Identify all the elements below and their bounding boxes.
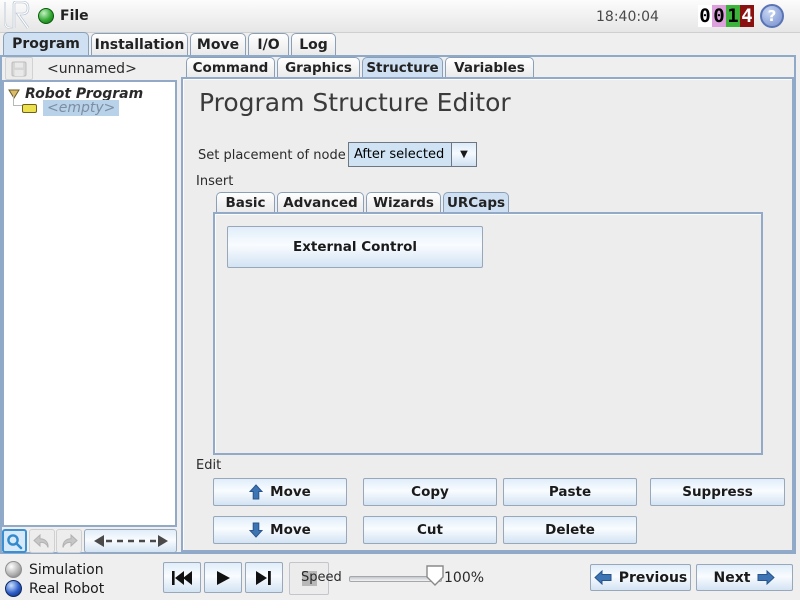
external-control-button[interactable]: External Control <box>227 226 483 268</box>
play-icon <box>215 570 231 586</box>
program-counter-digit-1: 0 <box>712 5 726 27</box>
undo-arrow-icon <box>33 534 51 548</box>
speed-slider-thumb[interactable] <box>426 565 444 586</box>
tab-wizards[interactable]: Wizards <box>366 192 441 213</box>
tab-io[interactable]: I/O <box>248 33 289 55</box>
redo-arrow-icon <box>60 534 78 548</box>
tab-graphics[interactable]: Graphics <box>277 57 360 78</box>
placement-label: Set placement of node <box>198 148 346 163</box>
insert-section-label: Insert <box>196 174 233 189</box>
arrow-left-icon <box>594 570 612 585</box>
page-title: Program Structure Editor <box>199 88 511 117</box>
move-up-button[interactable]: Move <box>213 478 347 506</box>
simulation-label: Simulation <box>29 562 104 578</box>
placement-dropdown[interactable]: After selected ▼ <box>348 142 477 167</box>
floppy-disk-icon <box>11 61 27 77</box>
tab-variables[interactable]: Variables <box>445 57 534 78</box>
ur-logo-icon <box>2 1 32 30</box>
polyscope-window: File 18:40:04 0 0 1 4 ? Program Installa… <box>0 0 800 600</box>
step-navigation-button[interactable] <box>84 529 177 553</box>
tab-move[interactable]: Move <box>190 33 246 55</box>
arrow-right-icon <box>757 570 775 585</box>
placement-dropdown-value: After selected <box>349 143 451 166</box>
step-forward-button[interactable] <box>245 562 283 593</box>
rewind-to-start-button[interactable] <box>163 562 201 593</box>
tree-node-empty[interactable]: <empty> <box>22 100 119 116</box>
arrow-down-icon <box>249 522 263 538</box>
program-tree: Robot Program <empty> <box>2 80 177 527</box>
file-menu[interactable]: File <box>60 8 89 24</box>
move-down-button[interactable]: Move <box>213 516 347 544</box>
step-navigation-arrows-icon <box>93 534 169 548</box>
tree-leaf-icon <box>22 104 37 113</box>
tab-urcaps[interactable]: URCaps <box>443 192 509 213</box>
chevron-down-icon[interactable]: ▼ <box>451 143 476 166</box>
clock: 18:40:04 <box>596 9 659 25</box>
main-tab-bar: Program Installation Move I/O Log <box>0 32 800 56</box>
program-status-orb-icon <box>38 8 54 24</box>
cut-button[interactable]: Cut <box>363 516 497 544</box>
tree-child-label: <empty> <box>43 100 119 116</box>
copy-button[interactable]: Copy <box>363 478 497 506</box>
tab-installation[interactable]: Installation <box>91 33 188 55</box>
speed-value: 100% <box>444 570 484 586</box>
help-icon[interactable]: ? <box>760 4 784 28</box>
arrow-up-icon <box>249 484 263 500</box>
tab-command[interactable]: Command <box>186 57 275 78</box>
redo-button[interactable] <box>56 529 82 553</box>
speed-label: Speed <box>301 570 342 585</box>
zoom-tree-button[interactable] <box>2 529 27 553</box>
program-counter-digit-0: 0 <box>698 5 712 27</box>
tab-structure[interactable]: Structure <box>362 57 443 78</box>
magnifier-icon <box>6 533 23 550</box>
mode-option-real-robot[interactable]: Real Robot <box>5 580 104 597</box>
program-counter-digit-2: 1 <box>726 5 740 27</box>
previous-label: Previous <box>619 570 688 586</box>
mode-option-simulation[interactable]: Simulation <box>5 561 104 578</box>
program-counter: 0 0 1 4 <box>698 5 754 27</box>
skip-to-start-icon <box>171 570 193 586</box>
delete-button[interactable]: Delete <box>503 516 637 544</box>
previous-button[interactable]: Previous <box>590 564 691 591</box>
simulation-radio-icon[interactable] <box>5 561 22 578</box>
real-robot-radio-icon[interactable] <box>5 580 22 597</box>
move-up-label: Move <box>270 484 311 500</box>
suppress-button[interactable]: Suppress <box>650 478 785 506</box>
undo-button[interactable] <box>29 529 55 553</box>
play-button[interactable] <box>204 562 242 593</box>
edit-section-label: Edit <box>196 458 221 473</box>
paste-button[interactable]: Paste <box>503 478 637 506</box>
program-name: <unnamed> <box>47 61 137 77</box>
top-bar: File 18:40:04 0 0 1 4 ? <box>0 0 800 33</box>
tab-basic[interactable]: Basic <box>216 192 275 213</box>
step-forward-icon <box>255 570 273 586</box>
tab-program[interactable]: Program <box>3 32 89 55</box>
save-program-button[interactable] <box>5 57 33 80</box>
next-button[interactable]: Next <box>696 564 793 591</box>
tab-advanced[interactable]: Advanced <box>277 192 364 213</box>
move-down-label: Move <box>270 522 311 538</box>
program-counter-digit-3: 4 <box>740 5 754 27</box>
next-label: Next <box>714 570 751 586</box>
program-file-header: <unnamed> <box>2 57 177 80</box>
real-robot-label: Real Robot <box>29 581 104 597</box>
tab-log[interactable]: Log <box>291 33 336 55</box>
